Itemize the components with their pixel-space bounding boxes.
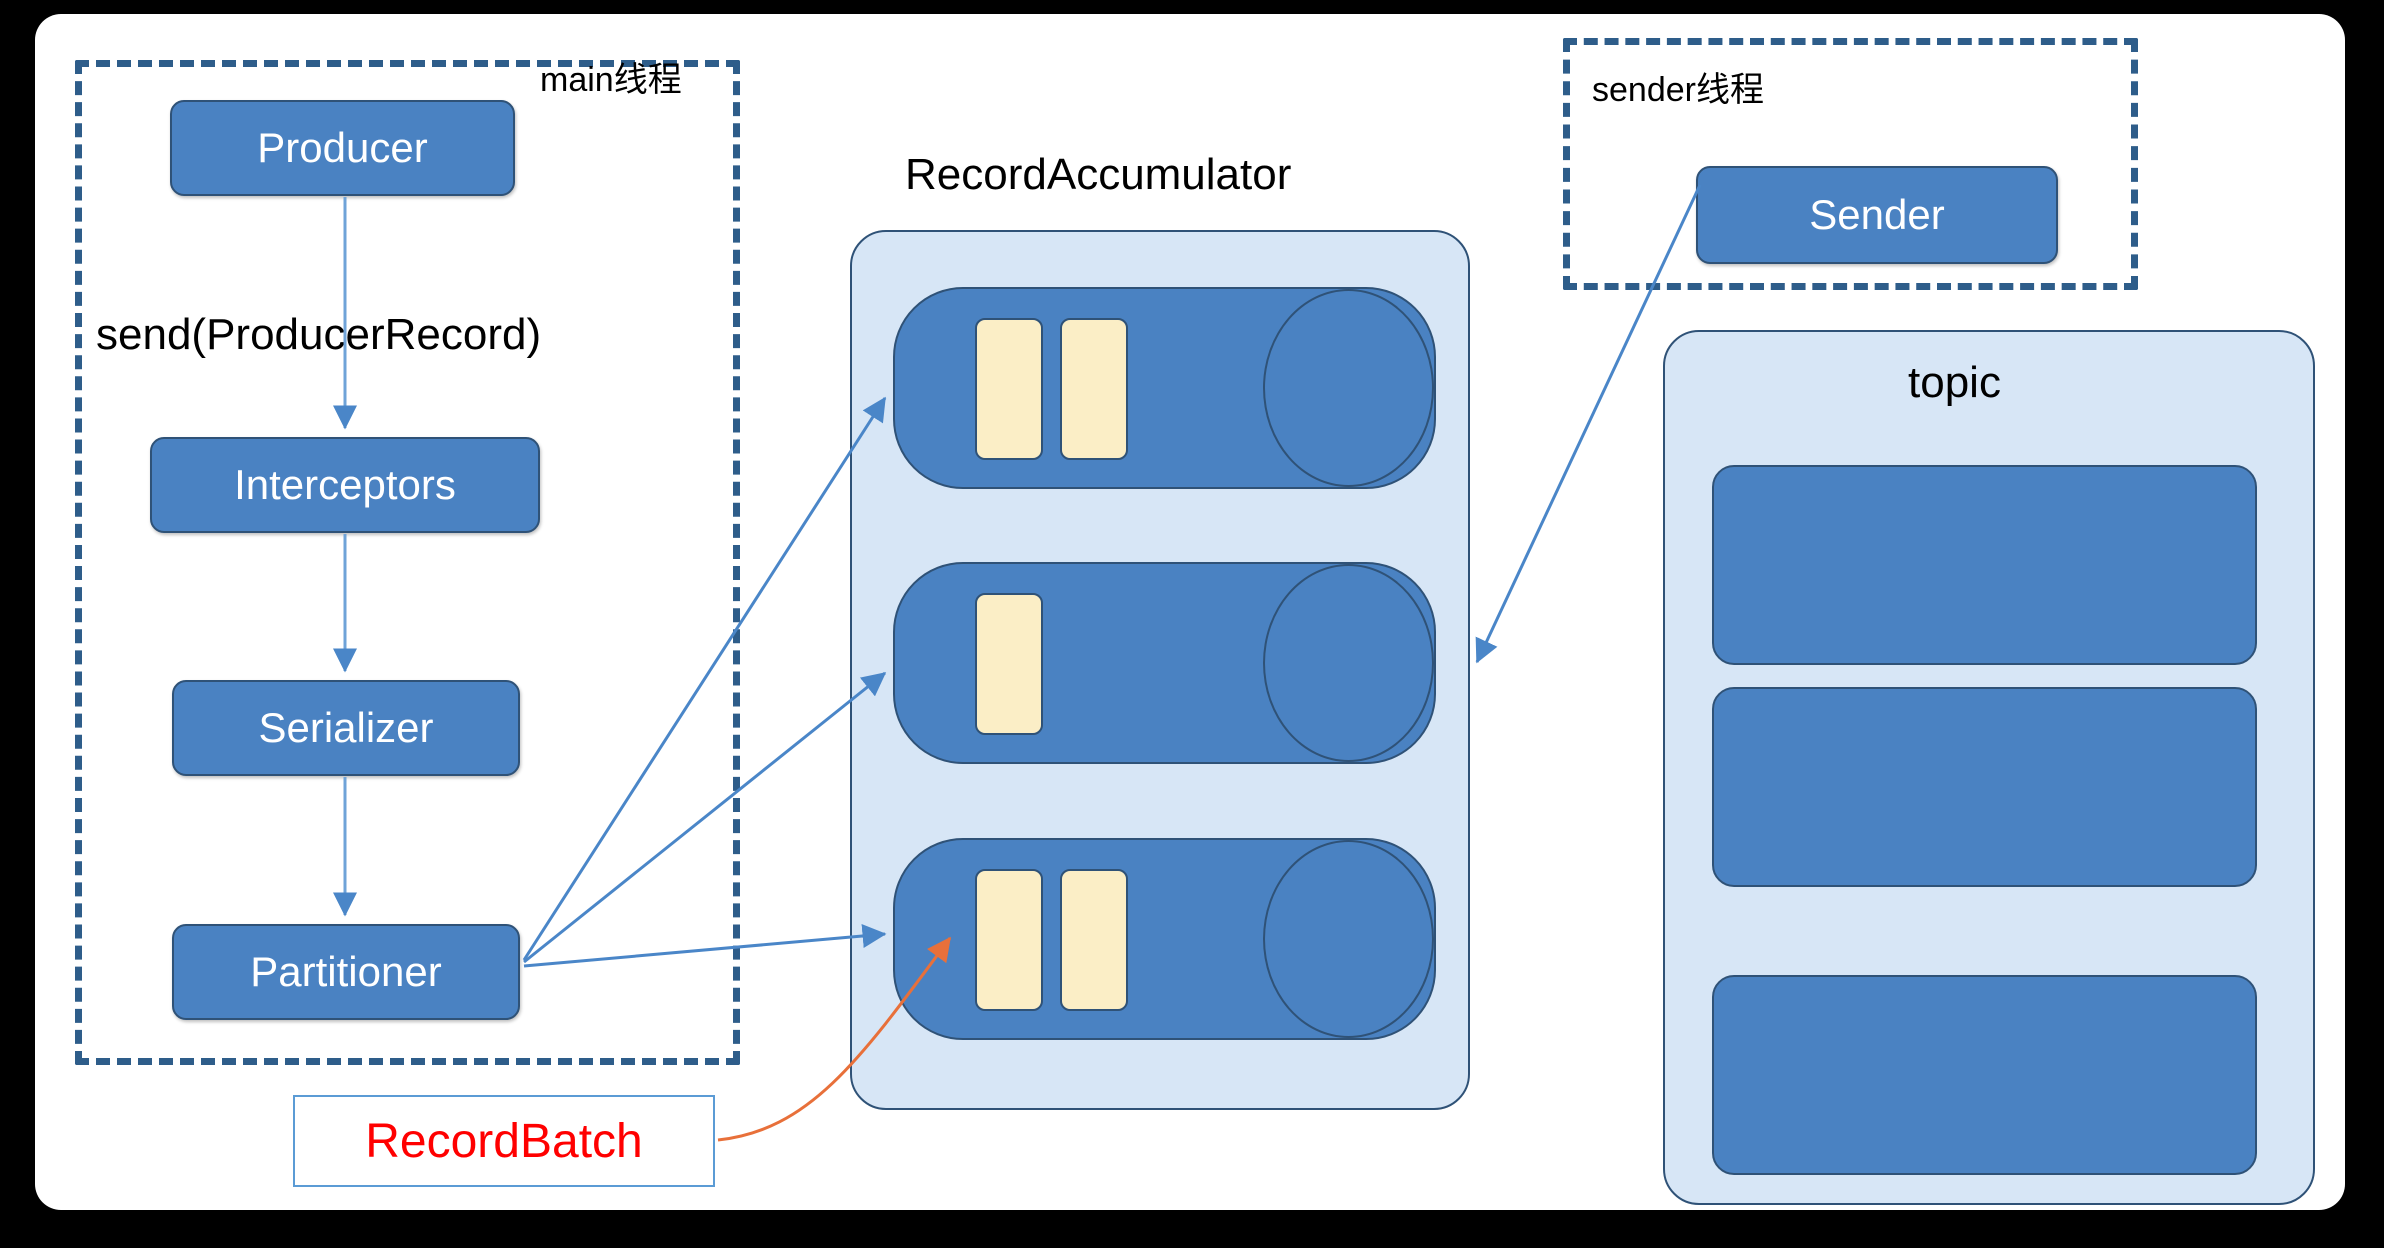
- producer-box[interactable]: Producer: [170, 100, 515, 196]
- sender-box[interactable]: Sender: [1696, 166, 2058, 264]
- topic-partition-2[interactable]: [1712, 687, 2257, 887]
- interceptors-box[interactable]: Interceptors: [150, 437, 540, 533]
- serializer-box[interactable]: Serializer: [172, 680, 520, 776]
- topic-caption: topic: [1908, 358, 2001, 407]
- deque-2-batch-1[interactable]: [975, 593, 1043, 735]
- deque-1-batch-2[interactable]: [1060, 318, 1128, 460]
- diagram-canvas: main线程 Producer send(ProducerRecord) Int…: [0, 0, 2384, 1248]
- deque-3-batch-1[interactable]: [975, 869, 1043, 1011]
- deque-2-tail-ellipse: [1263, 564, 1434, 762]
- deque-1-tail-ellipse: [1263, 289, 1434, 487]
- record-accumulator-caption: RecordAccumulator: [905, 150, 1292, 199]
- deque-3-tail-ellipse: [1263, 840, 1434, 1038]
- main-thread-frame: [75, 60, 740, 1065]
- partitioner-box[interactable]: Partitioner: [172, 924, 520, 1020]
- sender-thread-label: sender线程: [1592, 71, 1764, 109]
- deque-1-batch-1[interactable]: [975, 318, 1043, 460]
- topic-partition-3[interactable]: [1712, 975, 2257, 1175]
- topic-partition-1[interactable]: [1712, 465, 2257, 665]
- main-thread-label: main线程: [540, 61, 682, 99]
- deque-3-batch-2[interactable]: [1060, 869, 1128, 1011]
- send-producer-record-label: send(ProducerRecord): [96, 310, 542, 359]
- record-batch-callout[interactable]: RecordBatch: [293, 1095, 715, 1187]
